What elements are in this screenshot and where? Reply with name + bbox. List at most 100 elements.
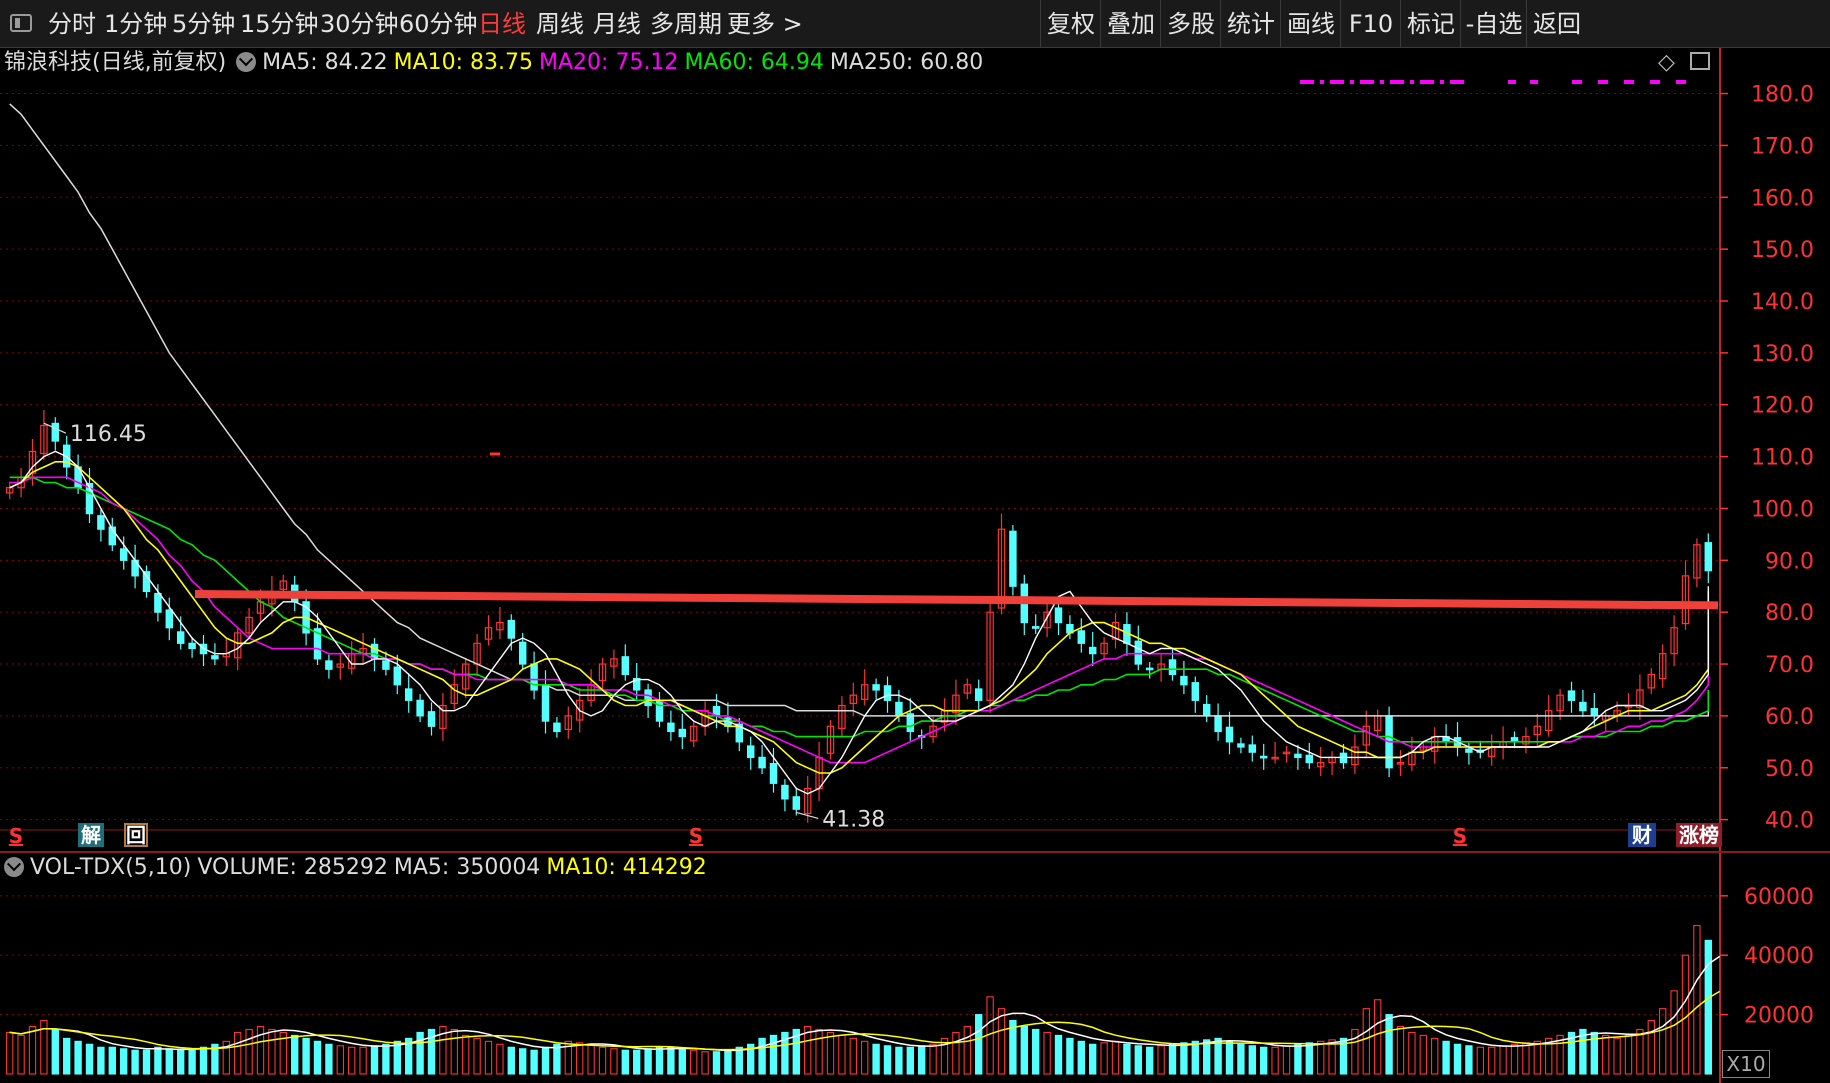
volume-bar	[1704, 939, 1712, 1075]
candle-body	[1544, 710, 1553, 732]
volume-bar	[1659, 1008, 1667, 1075]
volume-bar	[576, 1042, 584, 1075]
f10-button[interactable]: F10	[1340, 0, 1401, 48]
overlay-button[interactable]: 叠加	[1100, 0, 1161, 48]
volume-bar	[302, 1037, 310, 1075]
price-tick-label: 110.0	[1751, 446, 1814, 471]
volume-tick-label: 20000	[1744, 1004, 1814, 1029]
price-tick-label: 140.0	[1751, 290, 1814, 315]
candle-body	[632, 677, 641, 691]
candle-body	[940, 710, 949, 723]
candle-body	[678, 728, 687, 738]
zhangbang-marker[interactable]: 涨榜	[1676, 823, 1722, 847]
panel-toggle-icon[interactable]	[1690, 52, 1710, 70]
remove-watchlist-button[interactable]: -自选	[1460, 0, 1527, 48]
volume-ma10: MA10: 414292	[546, 855, 707, 880]
volume-bar	[541, 1046, 550, 1075]
candle-body	[860, 684, 869, 700]
volume-bar	[74, 1040, 82, 1075]
candle-body	[849, 694, 858, 705]
tab-monthly[interactable]: 月线	[593, 0, 641, 48]
candle-body	[1225, 726, 1234, 743]
candle-body	[1476, 749, 1485, 753]
s-marker-2[interactable]: S	[686, 824, 706, 848]
candle-body	[1271, 756, 1279, 760]
candle-body	[473, 642, 481, 665]
candle-body	[404, 688, 413, 701]
tab-more[interactable]: 更多 >	[727, 0, 803, 48]
tab-30min[interactable]: 30分钟	[320, 0, 399, 48]
candle-body	[1590, 708, 1599, 717]
candle-body	[439, 704, 447, 729]
diamond-icon[interactable]: ◇	[1658, 50, 1675, 75]
candle-body	[1647, 673, 1656, 689]
hui-marker[interactable]: 回	[124, 823, 148, 847]
back-button[interactable]: 返回	[1526, 0, 1587, 48]
candle-body	[1567, 690, 1576, 701]
draw-line-button[interactable]: 画线	[1280, 0, 1341, 48]
high-price-label: 116.45	[70, 422, 147, 447]
volume-bar	[17, 1034, 25, 1075]
candle-body	[689, 725, 698, 742]
candle-body	[541, 685, 550, 722]
tab-multi-period[interactable]: 多周期	[650, 0, 722, 48]
volume-bar	[758, 1037, 766, 1075]
volume-bar	[1602, 1034, 1610, 1075]
tab-weekly[interactable]: 周线	[536, 0, 584, 48]
tab-5min[interactable]: 5分钟	[172, 0, 235, 48]
volume-bar	[621, 1049, 629, 1075]
price-tick-label: 170.0	[1751, 134, 1814, 159]
candle-body	[1191, 682, 1200, 701]
volume-bar	[1510, 1043, 1519, 1075]
s-marker-3[interactable]: S	[1450, 824, 1470, 848]
volume-bar	[279, 1031, 287, 1075]
candle-body	[1305, 754, 1314, 764]
candle-body	[587, 684, 595, 701]
volume-ma5-line	[9, 955, 1721, 1052]
tab-1min[interactable]: 1分钟	[104, 0, 167, 48]
low-arrow	[796, 811, 819, 820]
statistics-button[interactable]: 统计	[1220, 0, 1281, 48]
window-toggle-icon[interactable]	[10, 14, 32, 32]
ma60-label: MA60: 64.94	[684, 50, 824, 75]
tab-fenshi[interactable]: 分时	[48, 0, 96, 48]
s-marker-1[interactable]: S	[6, 824, 26, 848]
multi-stock-button[interactable]: 多股	[1160, 0, 1221, 48]
candle-body	[290, 584, 299, 603]
candle-body	[1693, 544, 1701, 579]
tab-60min[interactable]: 60分钟	[399, 0, 478, 48]
candle-body	[1487, 746, 1496, 757]
stock-title: 锦浪科技(日线,前复权)	[4, 50, 227, 75]
candle-body	[382, 660, 390, 670]
candle-body	[530, 663, 538, 691]
tab-daily[interactable]: 日线	[478, 0, 526, 48]
price-tick-label: 40.0	[1765, 809, 1814, 834]
volume-bar	[1624, 1034, 1633, 1075]
volume-bar	[1681, 954, 1690, 1075]
fuquan-button[interactable]: 复权	[1040, 0, 1101, 48]
volume-bar	[1499, 1045, 1507, 1075]
high-arrow	[43, 422, 67, 434]
volume-dropdown-icon[interactable]	[4, 856, 24, 877]
price-tick-label: 50.0	[1765, 757, 1814, 782]
candle-body	[929, 725, 937, 738]
candle-body	[1704, 542, 1713, 572]
volume-bar	[826, 1031, 835, 1075]
volume-bar	[108, 1046, 116, 1075]
candlestick-chart: 180.0 170.0 160.0 150.0 140.0 130.0 120.0 110.0…	[0, 48, 1830, 1083]
volume-bar	[940, 1037, 949, 1075]
mark-button[interactable]: 标记	[1400, 0, 1461, 48]
candle-body	[826, 725, 835, 754]
price-tick-label: 150.0	[1751, 238, 1814, 263]
volume-bar	[6, 1031, 14, 1075]
volume-bar	[1419, 1034, 1427, 1075]
cai-marker[interactable]: 财	[1628, 823, 1656, 847]
jie-marker[interactable]: 解	[78, 823, 104, 847]
candle-body	[1579, 701, 1587, 712]
dropdown-icon[interactable]	[236, 51, 257, 72]
tab-15min[interactable]: 15分钟	[240, 0, 319, 48]
volume-bar	[1647, 1019, 1655, 1075]
candle-body	[1670, 627, 1678, 655]
volume-bar	[1374, 999, 1382, 1075]
volume-bar	[1111, 1040, 1120, 1075]
